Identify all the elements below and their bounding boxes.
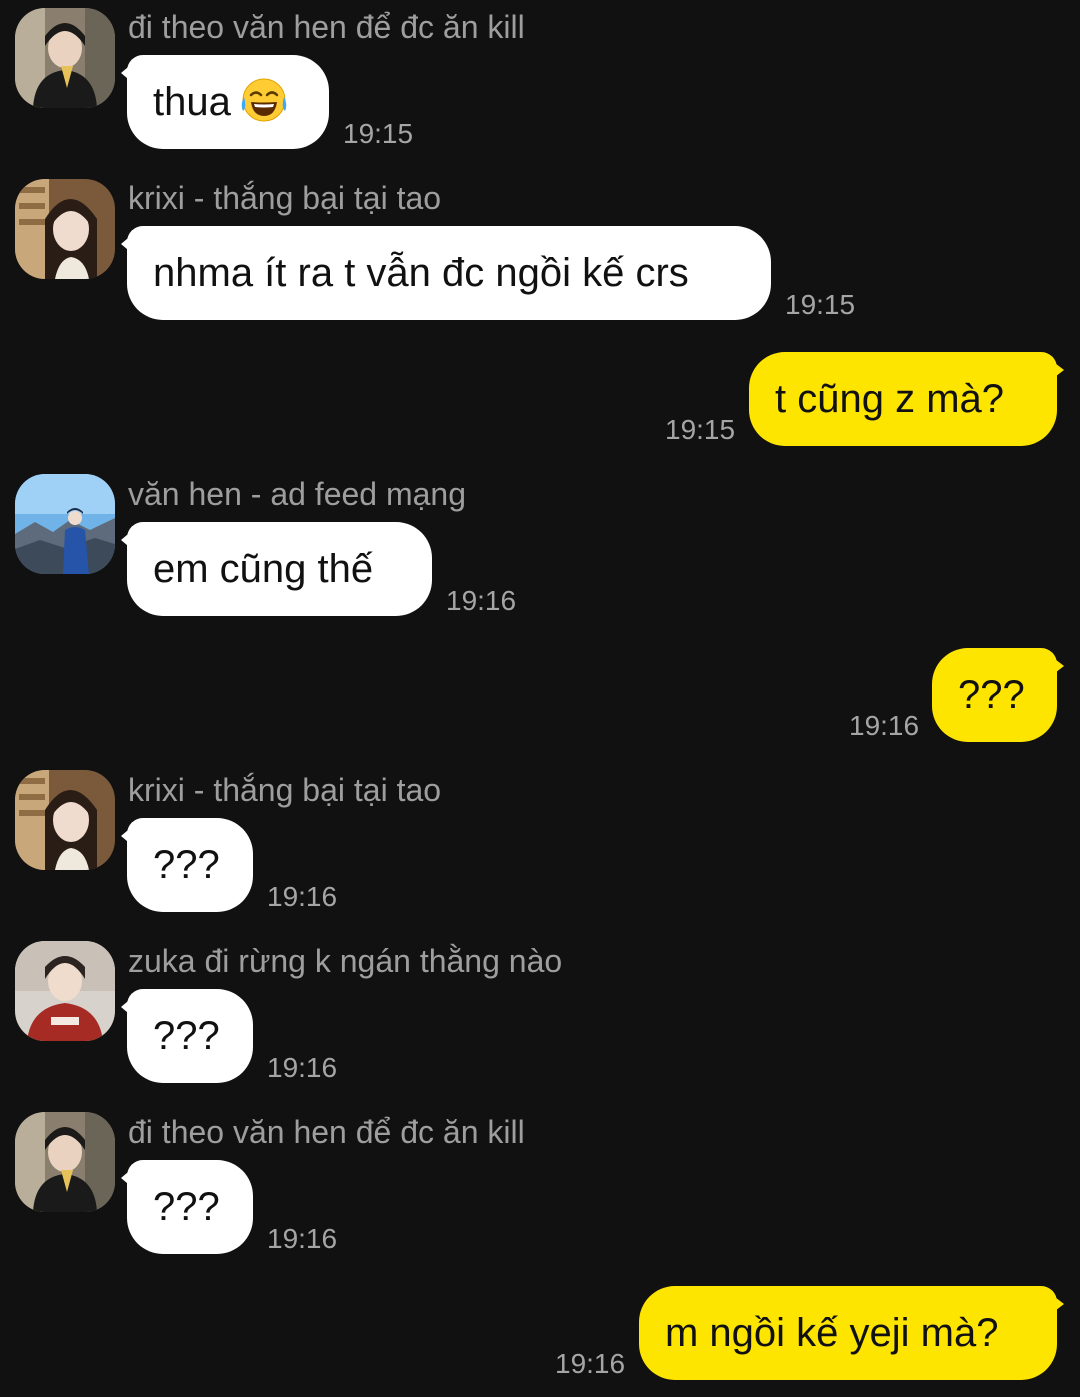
message-bubble[interactable]: thua	[121, 55, 329, 149]
message-bubble[interactable]: ???	[121, 818, 253, 912]
message-time: 19:16	[267, 1052, 338, 1083]
message-time: 19:16	[267, 1223, 338, 1254]
avatar[interactable]	[15, 770, 115, 870]
message-text: ???	[958, 673, 1025, 717]
message-text: ???	[153, 843, 220, 887]
avatar-photo	[15, 179, 115, 279]
message-time: 19:16	[555, 1348, 626, 1379]
message-text: m ngồi kế yeji mà?	[665, 1311, 999, 1355]
avatar-photo	[15, 770, 115, 870]
sender-name: đi theo văn hen để đc ăn kill	[128, 1114, 525, 1150]
message-time: 19:16	[267, 881, 338, 912]
face-with-tears-of-joy-icon	[241, 78, 287, 122]
message-time: 19:16	[849, 710, 920, 741]
message-bubble[interactable]: nhma ít ra t vẫn đc ngồi kế crs	[121, 226, 771, 320]
message-text: ???	[153, 1014, 220, 1058]
message-text: em cũng thế	[153, 547, 374, 591]
sender-name: đi theo văn hen để đc ăn kill	[128, 9, 525, 45]
message-time: 19:15	[785, 289, 856, 320]
message-text: t cũng z mà?	[775, 377, 1005, 421]
avatar[interactable]	[15, 1112, 115, 1212]
message-bubble[interactable]: m ngồi kế yeji mà?	[639, 1286, 1064, 1380]
message-bubble[interactable]: ???	[121, 1160, 253, 1254]
message-bubble[interactable]: em cũng thế	[121, 522, 432, 616]
message-time: 19:15	[343, 118, 414, 149]
message-text: ???	[153, 1185, 220, 1229]
message-text: thua	[153, 80, 231, 124]
message-time: 19:15	[665, 414, 736, 445]
avatar-photo	[15, 8, 115, 108]
sender-name: văn hen - ad feed mạng	[128, 476, 467, 512]
avatar[interactable]	[15, 8, 115, 108]
message-bubble[interactable]: ???	[932, 648, 1064, 742]
sender-name: zuka đi rừng k ngán thằng nào	[128, 943, 563, 979]
avatar[interactable]	[15, 179, 115, 279]
sender-name: krixi - thắng bại tại tao	[128, 772, 442, 808]
message-text: nhma ít ra t vẫn đc ngồi kế crs	[153, 251, 689, 295]
message-bubble[interactable]: t cũng z mà?	[749, 352, 1064, 446]
avatar[interactable]	[15, 474, 115, 574]
avatar-photo	[15, 1112, 115, 1212]
avatar-photo	[15, 474, 115, 574]
message-time: 19:16	[446, 585, 517, 616]
avatar-photo	[15, 941, 115, 1041]
sender-name: krixi - thắng bại tại tao	[128, 180, 442, 216]
message-bubble[interactable]: ???	[121, 989, 253, 1083]
avatar[interactable]	[15, 941, 115, 1041]
